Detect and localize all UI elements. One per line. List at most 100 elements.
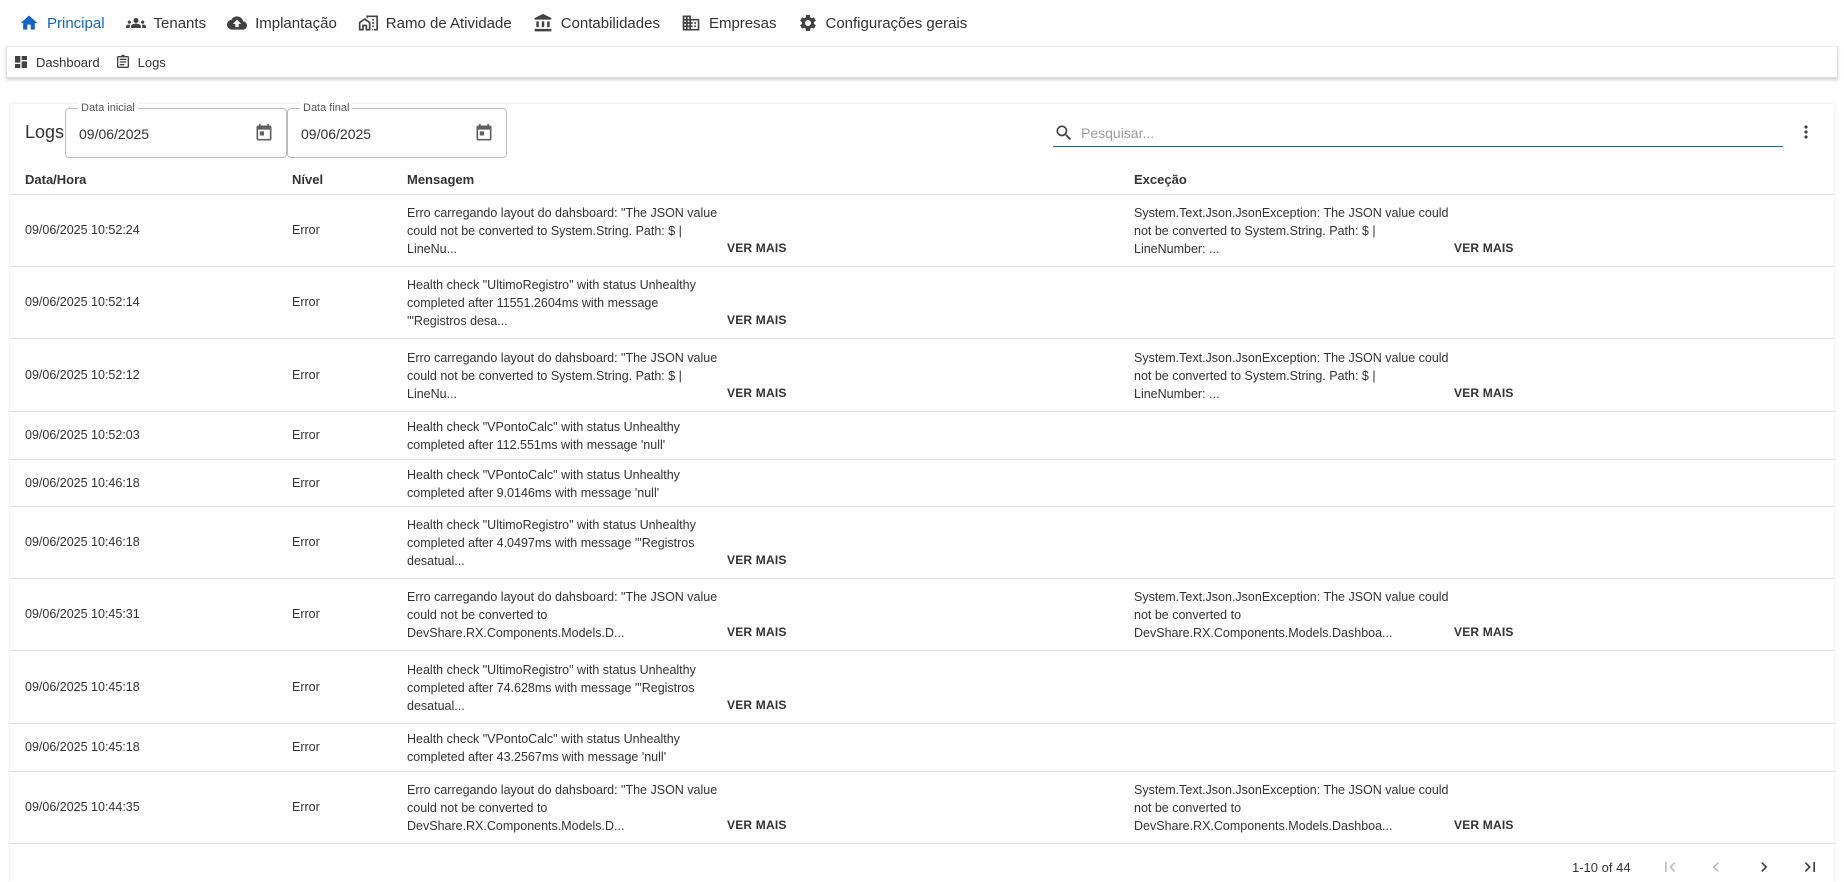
top-navigation: Principal Tenants Implantação Ramo de At… (0, 0, 1844, 46)
column-header-level[interactable]: Nível (292, 172, 323, 187)
table-row[interactable]: 09/06/2025 10:46:18 Error Health check "Ul… (10, 507, 1834, 579)
table-header: Data/Hora Nível Mensagem Exceção (10, 167, 1834, 195)
log-datetime: 09/06/2025 10:46:18 (25, 535, 140, 549)
nav-item-contabilidades[interactable]: Contabilidades (533, 0, 660, 46)
log-message: Health check "VPontoCalc" with status Un… (407, 466, 737, 502)
end-date-field[interactable]: Data final 09/06/2025 (287, 102, 507, 158)
store-icon (358, 13, 378, 33)
nav-item-principal[interactable]: Principal (19, 0, 105, 46)
search-icon (1054, 123, 1074, 143)
log-exception-line: DevShare.RX.Components.Models.Dashboa... (1134, 819, 1393, 833)
nav-item-implantacao[interactable]: Implantação (227, 0, 337, 46)
log-datetime: 09/06/2025 10:46:18 (25, 476, 140, 490)
ver-mais-button[interactable]: VER MAIS (1454, 625, 1514, 639)
ver-mais-button[interactable]: VER MAIS (727, 313, 787, 327)
nav-item-configuracoes-gerais[interactable]: Configurações gerais (798, 0, 968, 46)
ver-mais-button[interactable]: VER MAIS (727, 241, 787, 255)
nav-item-ramo-de-atividade[interactable]: Ramo de Atividade (358, 0, 512, 46)
table-row[interactable]: 09/06/2025 10:45:31 Error Erro carregando … (10, 579, 1834, 651)
ver-mais-button[interactable]: VER MAIS (727, 698, 787, 712)
log-message: Health check "UltimoRegistro" with statu… (407, 661, 737, 715)
log-message: Erro carregando layout do dahsboard: "Th… (407, 588, 737, 642)
table-row[interactable]: 09/06/2025 10:45:18 Error Health check "VP… (10, 724, 1834, 772)
bank-icon (533, 13, 553, 33)
subnav-item-label: Dashboard (36, 54, 100, 70)
ver-mais-button[interactable]: VER MAIS (1454, 818, 1514, 832)
log-exception-line: DevShare.RX.Components.Models.Dashboa... (1134, 626, 1393, 640)
log-message-line: Health check "VPontoCalc" with status Un… (407, 732, 680, 746)
nav-item-tenants[interactable]: Tenants (125, 0, 207, 46)
nav-item-label: Configurações gerais (825, 14, 968, 32)
subnav-item-dashboard[interactable]: Dashboard (13, 54, 100, 70)
more-options-icon[interactable] (1796, 122, 1816, 142)
first-page-icon[interactable] (1660, 857, 1680, 877)
log-level: Error (292, 223, 320, 237)
log-message-line: completed after 74.628ms with message '"… (407, 681, 695, 695)
column-header-message[interactable]: Mensagem (407, 172, 474, 187)
log-exception-line: not be converted to System.String. Path:… (1134, 369, 1376, 383)
log-message-line: completed after 11551.2604ms with messag… (407, 296, 659, 310)
nav-item-label: Principal (47, 14, 105, 32)
table-row[interactable]: 09/06/2025 10:52:03 Error Health check "VP… (10, 412, 1834, 460)
nav-item-label: Ramo de Atividade (385, 14, 512, 32)
log-message-line: completed after 9.0146ms with message 'n… (407, 486, 660, 500)
table-row[interactable]: 09/06/2025 10:44:35 Error Erro carregando … (10, 772, 1834, 844)
end-date-value[interactable]: 09/06/2025 (301, 126, 371, 142)
log-exception-line: not be converted to (1134, 801, 1242, 815)
log-message: Health check "VPontoCalc" with status Un… (407, 730, 737, 766)
nav-item-empresas[interactable]: Empresas (681, 0, 777, 46)
subnav-item-label: Logs (137, 54, 166, 70)
table-row[interactable]: 09/06/2025 10:52:14 Error Health check "Ul… (10, 267, 1834, 339)
log-datetime: 09/06/2025 10:52:24 (25, 223, 140, 237)
log-message: Health check "VPontoCalc" with status Un… (407, 418, 737, 454)
log-exception-line: LineNumber: ... (1134, 387, 1220, 401)
log-message-line: '"Registros desa... (407, 314, 508, 328)
log-message-line: LineNu... (407, 387, 458, 401)
subnav-item-logs[interactable]: Logs (115, 54, 166, 70)
nav-item-label: Tenants (153, 14, 207, 32)
log-exception: System.Text.Json.JsonException: The JSON… (1134, 588, 1464, 642)
log-datetime: 09/06/2025 10:52:14 (25, 295, 140, 309)
start-date-field[interactable]: Data inicial 09/06/2025 (65, 102, 287, 158)
cloud-upload-icon (227, 13, 248, 33)
table-row[interactable]: 09/06/2025 10:52:24 Error Erro carregando … (10, 195, 1834, 267)
column-header-date[interactable]: Data/Hora (25, 172, 86, 187)
ver-mais-button[interactable]: VER MAIS (727, 553, 787, 567)
log-message-line: Erro carregando layout do dahsboard: "Th… (407, 590, 718, 604)
ver-mais-button[interactable]: VER MAIS (727, 818, 787, 832)
log-message-line: Health check "UltimoRegistro" with statu… (407, 518, 696, 532)
table-row[interactable]: 09/06/2025 10:52:12 Error Erro carregando … (10, 339, 1834, 412)
next-page-icon[interactable] (1754, 857, 1774, 877)
calendar-icon[interactable] (254, 123, 274, 143)
log-level: Error (292, 476, 320, 490)
log-level: Error (292, 428, 320, 442)
ver-mais-button[interactable]: VER MAIS (727, 625, 787, 639)
building-icon (681, 13, 701, 33)
end-date-label: Data final (300, 102, 353, 114)
log-message-line: could not be converted to (407, 608, 548, 622)
log-exception-line: LineNumber: ... (1134, 242, 1220, 256)
ver-mais-button[interactable]: VER MAIS (1454, 386, 1514, 400)
calendar-icon[interactable] (474, 123, 494, 143)
log-message: Erro carregando layout do dahsboard: "Th… (407, 781, 737, 835)
log-datetime: 09/06/2025 10:45:18 (25, 680, 140, 694)
log-datetime: 09/06/2025 10:45:18 (25, 740, 140, 754)
log-level: Error (292, 295, 320, 309)
table-row[interactable]: 09/06/2025 10:46:18 Error Health check "VP… (10, 460, 1834, 507)
ver-mais-button[interactable]: VER MAIS (1454, 241, 1514, 255)
start-date-value[interactable]: 09/06/2025 (79, 126, 149, 142)
nav-item-label: Empresas (708, 14, 777, 32)
table-row[interactable]: 09/06/2025 10:45:18 Error Health check "Ul… (10, 651, 1834, 724)
list-icon (115, 54, 131, 70)
column-header-exception[interactable]: Exceção (1134, 172, 1187, 187)
dashboard-icon (13, 54, 29, 70)
last-page-icon[interactable] (1800, 857, 1820, 877)
groups-icon (125, 13, 146, 33)
log-exception: System.Text.Json.JsonException: The JSON… (1134, 781, 1464, 835)
log-exception-line: System.Text.Json.JsonException: The JSON… (1134, 783, 1449, 797)
home-icon (19, 13, 39, 33)
log-message-line: desatual... (407, 554, 465, 568)
previous-page-icon[interactable] (1706, 857, 1726, 877)
search-input[interactable] (1081, 125, 1761, 141)
ver-mais-button[interactable]: VER MAIS (727, 386, 787, 400)
